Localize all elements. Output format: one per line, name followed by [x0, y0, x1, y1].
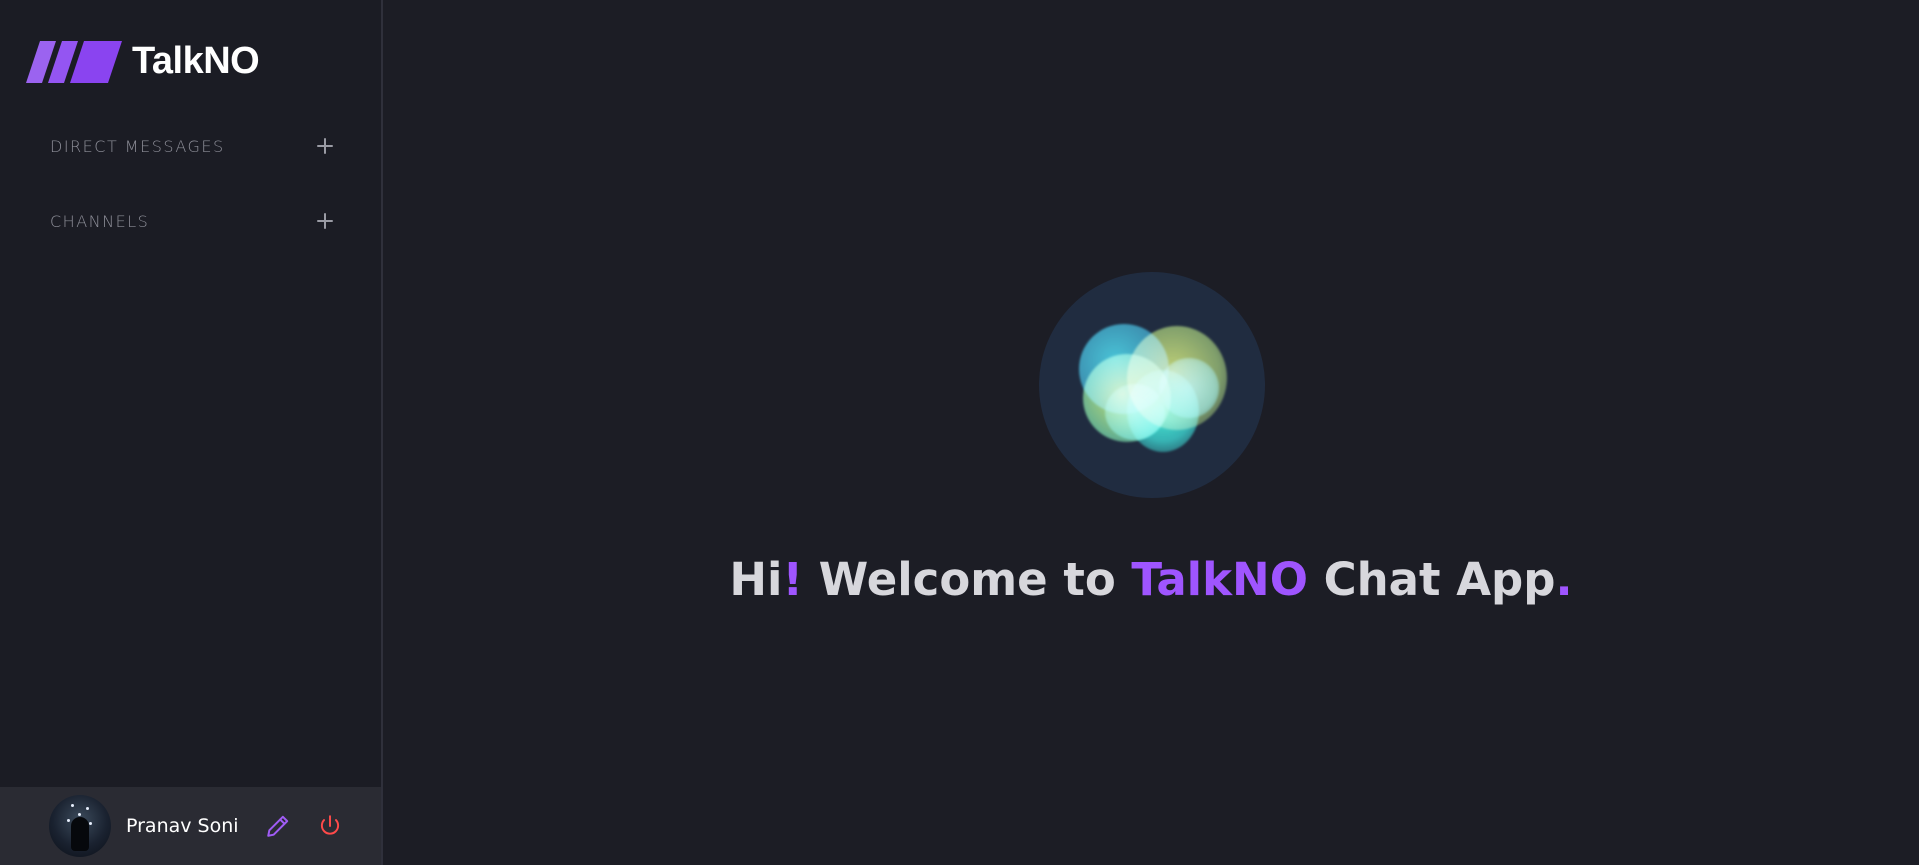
- user-profile-bar: Pranav Soni: [0, 787, 381, 865]
- plus-icon: [317, 138, 333, 154]
- sidebar: TalkNO DIRECT MESSAGES CHANNELS Pranav S…: [0, 0, 383, 865]
- welcome-brand: TalkNO: [1131, 553, 1308, 606]
- welcome-greeting: Hi: [729, 553, 783, 606]
- main-panel: Hi! Welcome to TalkNO Chat App.: [383, 0, 1919, 865]
- welcome-heading: Hi! Welcome to TalkNO Chat App.: [383, 553, 1919, 606]
- profile-actions: [265, 813, 343, 839]
- add-direct-message-button[interactable]: [315, 136, 335, 156]
- welcome-exclamation: !: [782, 553, 804, 606]
- add-channel-button[interactable]: [315, 211, 335, 231]
- logo-stripes-icon: [26, 40, 122, 83]
- power-icon: [320, 815, 339, 835]
- user-name: Pranav Soni: [126, 815, 239, 837]
- pencil-icon: [266, 815, 288, 837]
- plus-icon: [317, 213, 333, 229]
- direct-messages-section: DIRECT MESSAGES: [50, 136, 335, 156]
- edit-profile-button[interactable]: [265, 813, 291, 839]
- direct-messages-label: DIRECT MESSAGES: [50, 136, 225, 156]
- app-logo: TalkNO: [26, 40, 260, 83]
- welcome-animation: [1039, 272, 1265, 498]
- avatar[interactable]: [49, 795, 111, 857]
- welcome-suffix: Chat App: [1307, 553, 1556, 606]
- welcome-text: Welcome to: [803, 553, 1132, 606]
- channels-label: CHANNELS: [50, 211, 150, 231]
- welcome-period: .: [1555, 553, 1573, 606]
- logout-button[interactable]: [317, 813, 343, 839]
- channels-section: CHANNELS: [50, 211, 335, 231]
- app-name: TalkNO: [132, 40, 260, 82]
- app-root: TalkNO DIRECT MESSAGES CHANNELS Pranav S…: [0, 0, 1919, 865]
